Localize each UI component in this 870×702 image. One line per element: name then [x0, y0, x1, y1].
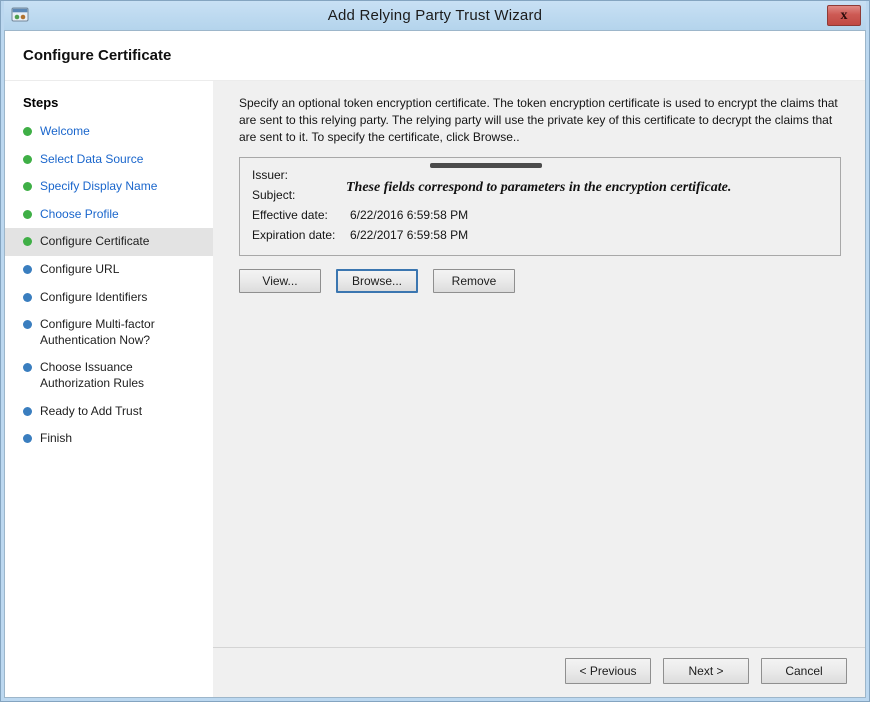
sidebar-item-configure-mfa: Configure Multi-factor Authentication No…	[5, 311, 213, 354]
sidebar-item-label: Choose Profile	[40, 207, 119, 223]
annotation-note: These fields correspond to parameters in…	[346, 180, 826, 196]
expiration-date-label: Expiration date:	[252, 228, 350, 242]
sidebar-item-label: Finish	[40, 431, 72, 447]
certificate-actions: View... Browse... Remove	[239, 269, 841, 293]
close-icon: x	[841, 8, 848, 23]
step-pending-icon	[23, 293, 32, 302]
sidebar-item-configure-identifiers: Configure Identifiers	[5, 284, 213, 312]
sidebar-item-label: Configure Multi-factor Authentication No…	[40, 317, 205, 348]
next-button[interactable]: Next >	[663, 658, 749, 684]
window-title: Add Relying Party Trust Wizard	[4, 7, 866, 24]
issuer-label: Issuer:	[252, 168, 350, 182]
adfs-wizard-icon	[10, 5, 30, 25]
step-pending-icon	[23, 320, 32, 329]
sidebar-item-label: Configure URL	[40, 262, 119, 278]
certificate-details-box: These fields correspond to parameters in…	[239, 157, 841, 256]
sidebar-item-label: Configure Certificate	[40, 234, 149, 250]
sidebar-item-configure-certificate: Configure Certificate	[5, 228, 213, 256]
redacted-text-artifact	[430, 163, 542, 168]
step-current-icon	[23, 237, 32, 246]
expiration-date-value: 6/22/2017 6:59:58 PM	[350, 228, 468, 242]
sidebar-item-label: Welcome	[40, 124, 90, 140]
main-content: Specify an optional token encryption cer…	[213, 81, 865, 647]
effective-date-value: 6/22/2016 6:59:58 PM	[350, 208, 468, 222]
sidebar-item-specify-display-name: Specify Display Name	[5, 173, 213, 201]
steps-sidebar: Steps Welcome Select Data Source Specify…	[5, 81, 213, 697]
cancel-button[interactable]: Cancel	[761, 658, 847, 684]
remove-button[interactable]: Remove	[433, 269, 515, 293]
step-pending-icon	[23, 434, 32, 443]
steps-title: Steps	[5, 91, 213, 118]
sidebar-item-label: Ready to Add Trust	[40, 404, 142, 420]
step-done-icon	[23, 210, 32, 219]
subject-label: Subject:	[252, 188, 350, 202]
sidebar-item-issuance-authorization-rules: Choose Issuance Authorization Rules	[5, 354, 213, 397]
instruction-text: Specify an optional token encryption cer…	[239, 95, 841, 145]
wizard-body: Steps Welcome Select Data Source Specify…	[5, 81, 865, 697]
browse-button[interactable]: Browse...	[336, 269, 418, 293]
effective-date-row: Effective date: 6/22/2016 6:59:58 PM	[252, 208, 828, 222]
step-done-icon	[23, 155, 32, 164]
sidebar-item-ready-to-add-trust: Ready to Add Trust	[5, 398, 213, 426]
sidebar-item-select-data-source: Select Data Source	[5, 146, 213, 174]
view-button[interactable]: View...	[239, 269, 321, 293]
close-button[interactable]: x	[827, 5, 861, 26]
wizard-window: Add Relying Party Trust Wizard x Configu…	[0, 0, 870, 702]
step-done-icon	[23, 127, 32, 136]
step-pending-icon	[23, 265, 32, 274]
sidebar-item-label: Specify Display Name	[40, 179, 157, 195]
page-header: Configure Certificate	[5, 31, 865, 81]
sidebar-item-label: Choose Issuance Authorization Rules	[40, 360, 205, 391]
previous-button[interactable]: < Previous	[565, 658, 651, 684]
page-title: Configure Certificate	[23, 47, 171, 64]
main-panel: Specify an optional token encryption cer…	[213, 81, 865, 697]
expiration-date-row: Expiration date: 6/22/2017 6:59:58 PM	[252, 228, 828, 242]
sidebar-item-welcome: Welcome	[5, 118, 213, 146]
titlebar[interactable]: Add Relying Party Trust Wizard x	[4, 1, 866, 30]
sidebar-item-finish: Finish	[5, 425, 213, 453]
sidebar-item-label: Configure Identifiers	[40, 290, 147, 306]
step-pending-icon	[23, 363, 32, 372]
step-pending-icon	[23, 407, 32, 416]
sidebar-item-label: Select Data Source	[40, 152, 143, 168]
wizard-footer: < Previous Next > Cancel	[213, 647, 865, 697]
window-frame: Configure Certificate Steps Welcome Sele…	[4, 30, 866, 698]
sidebar-item-choose-profile: Choose Profile	[5, 201, 213, 229]
step-done-icon	[23, 182, 32, 191]
effective-date-label: Effective date:	[252, 208, 350, 222]
sidebar-item-configure-url: Configure URL	[5, 256, 213, 284]
